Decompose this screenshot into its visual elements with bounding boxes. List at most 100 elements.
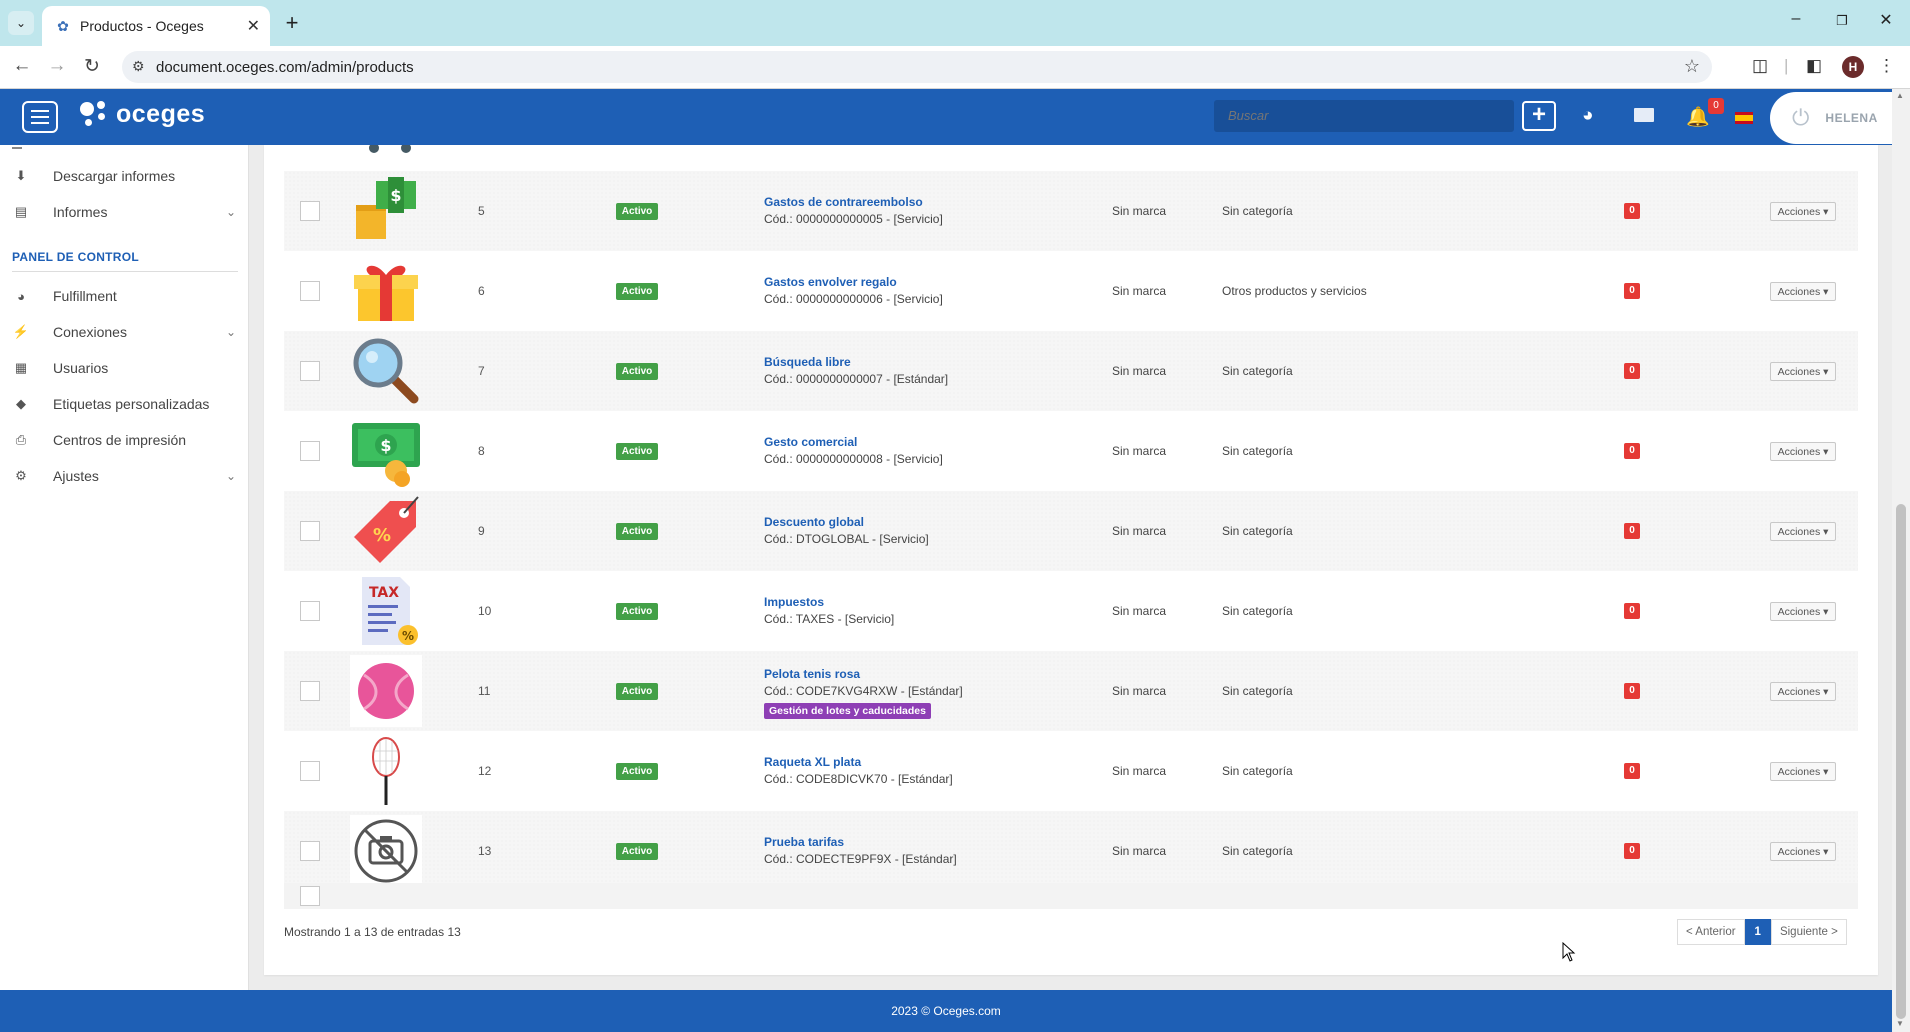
sidebar-toggle-button[interactable] (22, 101, 58, 133)
profile-avatar[interactable]: H (1842, 56, 1864, 78)
sidebar-item-conexiones[interactable]: ⚡ Conexiones ⌄ (0, 314, 248, 350)
browser-tab[interactable]: ✿ Productos - Oceges ✕ (42, 6, 270, 46)
product-id: 11 (478, 684, 491, 698)
new-tab-button[interactable]: + (280, 12, 304, 36)
magnifier-icon (350, 335, 422, 407)
sidebar-item-fulfillment[interactable]: ◕ Fulfillment (0, 278, 248, 314)
product-name-link[interactable]: Gesto comercial (764, 434, 943, 451)
product-name-link[interactable]: Gastos envolver regalo (764, 274, 943, 291)
actions-dropdown-button[interactable]: Acciones ▾ (1770, 601, 1836, 621)
row-checkbox[interactable] (300, 521, 320, 541)
address-bar[interactable]: ⚙ document.oceges.com/admin/products ☆ (122, 51, 1712, 83)
dashboard-speed-icon[interactable]: ◕ (1582, 105, 1593, 127)
table-row[interactable]: 6 Activo Gastos envolver regalo Cód.: 00… (284, 251, 1858, 331)
table-row[interactable]: 12 Activo Raqueta XL plata Cód.: CODE8DI… (284, 731, 1858, 811)
clipped-product-image (369, 145, 411, 153)
back-icon[interactable]: ← (10, 55, 34, 77)
actions-dropdown-button[interactable]: Acciones ▾ (1770, 841, 1836, 861)
table-row[interactable]: $ 5 Activo Gastos de contrareembolso Cód… (284, 171, 1858, 251)
actions-dropdown-button[interactable]: Acciones ▾ (1770, 761, 1836, 781)
site-info-icon[interactable]: ⚙ (132, 58, 145, 75)
table-row[interactable]: TAX % 10 Activo Impuestos Cód.: TAXES - … (284, 571, 1858, 651)
row-checkbox[interactable] (300, 361, 320, 381)
sidebar-divider (12, 271, 238, 272)
page-1-button[interactable]: 1 (1744, 919, 1771, 945)
page-scrollbar[interactable]: ▲ ▼ (1892, 89, 1910, 1032)
search-input[interactable] (1214, 100, 1514, 132)
minimize-window-button[interactable]: – (1776, 10, 1816, 28)
stock-badge: 0 (1624, 683, 1640, 699)
extensions-icon[interactable]: ◫ (1752, 56, 1768, 76)
forward-icon[interactable]: → (45, 55, 69, 77)
browser-menu-icon[interactable]: ⋮ (1878, 56, 1895, 76)
oceges-logo[interactable]: oceges (78, 99, 205, 129)
scroll-thumb[interactable] (1896, 504, 1906, 1019)
status-badge: Activo (616, 842, 658, 860)
scroll-up-icon[interactable]: ▲ (1896, 91, 1904, 100)
sidebar: ⬇ Descargar informes ▤ Informes ⌄ PANEL … (0, 145, 249, 990)
actions-label: Acciones (1777, 765, 1821, 778)
bookmark-star-icon[interactable]: ☆ (1684, 56, 1700, 77)
select-all-checkbox[interactable] (300, 886, 320, 906)
sidebar-item-usuarios[interactable]: ▦ Usuarios (0, 350, 248, 386)
sidebar-item-etiquetas[interactable]: ◆ Etiquetas personalizadas (0, 386, 248, 422)
sidebar-item-centros-impresion[interactable]: ⎙ Centros de impresión (0, 422, 248, 458)
table-row[interactable]: % 9 Activo Descuento global Cód.: DTOGLO… (284, 491, 1858, 571)
close-tab-icon[interactable]: ✕ (247, 16, 260, 36)
actions-dropdown-button[interactable]: Acciones ▾ (1770, 441, 1836, 461)
actions-dropdown-button[interactable]: Acciones ▾ (1770, 361, 1836, 381)
product-name-link[interactable]: Raqueta XL plata (764, 754, 953, 771)
product-id: 9 (478, 524, 485, 538)
product-name-link[interactable]: Impuestos (764, 594, 894, 611)
sidebar-item-informes[interactable]: ▤ Informes ⌄ (0, 194, 248, 230)
row-checkbox[interactable] (300, 761, 320, 781)
user-menu[interactable]: ⏻ HELENA (1770, 92, 1910, 144)
table-row[interactable]: 11 Activo Pelota tenis rosa Cód.: CODE7K… (284, 651, 1858, 731)
status-badge: Activo (616, 762, 658, 780)
product-name-link[interactable]: Prueba tarifas (764, 834, 957, 851)
product-info: Búsqueda libre Cód.: 0000000000007 - [Es… (764, 354, 948, 388)
spain-flag-icon[interactable] (1735, 112, 1753, 124)
actions-dropdown-button[interactable]: Acciones ▾ (1770, 521, 1836, 541)
power-icon[interactable]: ⏻ (1792, 105, 1809, 131)
tab-search-button[interactable]: ⌄ (8, 11, 34, 35)
actions-dropdown-button[interactable]: Acciones ▾ (1770, 681, 1836, 701)
product-category: Sin categoría (1222, 444, 1293, 458)
status-badge: Activo (616, 282, 658, 300)
row-checkbox[interactable] (300, 281, 320, 301)
product-name-link[interactable]: Descuento global (764, 514, 929, 531)
sidebar-item-ajustes[interactable]: ⚙ Ajustes ⌄ (0, 458, 248, 494)
row-checkbox[interactable] (300, 201, 320, 221)
sidebar-item-descargar-informes[interactable]: ⬇ Descargar informes (0, 158, 248, 194)
product-info: Raqueta XL plata Cód.: CODE8DICVK70 - [E… (764, 754, 953, 788)
url-text[interactable]: document.oceges.com/admin/products (156, 59, 414, 76)
add-new-button[interactable]: + (1522, 101, 1556, 131)
lot-management-tag: Gestión de lotes y caducidades (764, 702, 931, 719)
previous-page-button[interactable]: < Anterior (1677, 919, 1745, 945)
close-window-button[interactable]: ✕ (1866, 10, 1906, 30)
actions-dropdown-button[interactable]: Acciones ▾ (1770, 201, 1836, 221)
discount-tag-icon: % (350, 495, 422, 567)
reload-icon[interactable]: ↻ (80, 55, 104, 78)
row-checkbox[interactable] (300, 441, 320, 461)
bell-icon[interactable]: 🔔 (1686, 105, 1710, 129)
row-checkbox[interactable] (300, 841, 320, 861)
product-info: Gastos envolver regalo Cód.: 00000000000… (764, 274, 943, 308)
stock-badge: 0 (1624, 603, 1640, 619)
actions-label: Acciones (1777, 365, 1821, 378)
restore-window-button[interactable]: ❐ (1822, 13, 1862, 29)
table-row[interactable]: 7 Activo Búsqueda libre Cód.: 0000000000… (284, 331, 1858, 411)
table-row[interactable]: $ 8 Activo Gesto comercial Cód.: 0000000… (284, 411, 1858, 491)
card-icon[interactable] (1634, 108, 1654, 122)
product-name-link[interactable]: Búsqueda libre (764, 354, 948, 371)
product-name-link[interactable]: Gastos de contrareembolso (764, 194, 943, 211)
row-checkbox[interactable] (300, 601, 320, 621)
product-name-link[interactable]: Pelota tenis rosa (764, 666, 963, 683)
next-page-button[interactable]: Siguiente > (1770, 919, 1847, 945)
scroll-down-icon[interactable]: ▼ (1896, 1019, 1904, 1028)
table-row[interactable]: 13 Activo Prueba tarifas Cód.: CODECTE9P… (284, 811, 1858, 891)
table-footer-row (284, 883, 1858, 909)
side-panel-icon[interactable]: ◧ (1806, 56, 1822, 76)
row-checkbox[interactable] (300, 681, 320, 701)
actions-dropdown-button[interactable]: Acciones ▾ (1770, 281, 1836, 301)
